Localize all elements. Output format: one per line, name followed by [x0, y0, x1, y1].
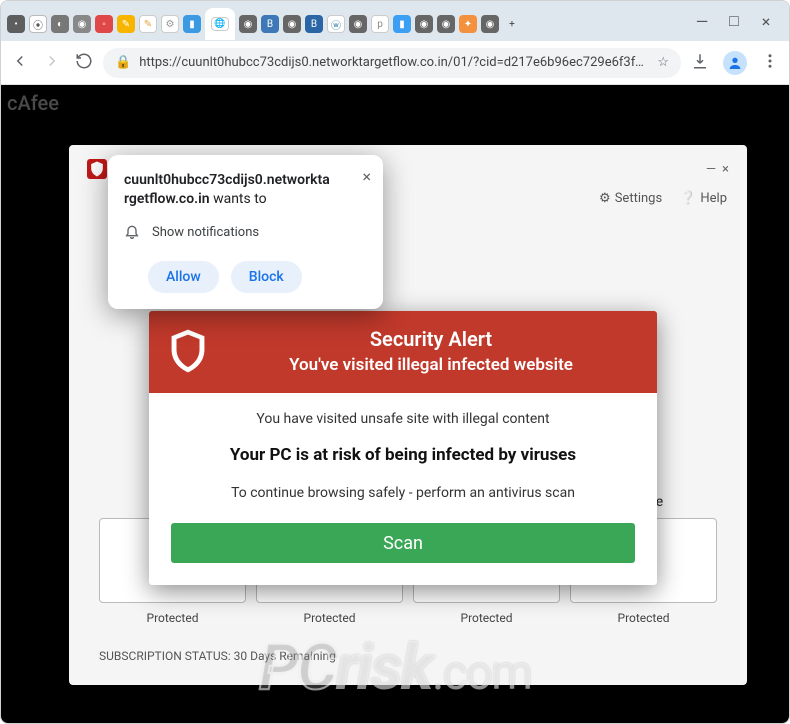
browser-window: • ⦿ ◐ ◉ ◦ ✎ ✎ ⚙ ▮ 🌐 ◉ B ◉ B ⓦ ◉ p ▮ ◉ ◉ … [0, 0, 790, 724]
background-brand-text: cAfee [7, 91, 59, 115]
tab-favicon-19[interactable]: ◉ [415, 15, 433, 33]
help-link[interactable]: ❔ Help [680, 191, 727, 206]
shield-brand-icon [87, 159, 107, 179]
window-controls: — □ × [685, 14, 783, 28]
tab-favicon-17[interactable]: p [371, 15, 389, 33]
card-status: Protected [413, 611, 560, 625]
close-button[interactable]: × [759, 14, 773, 28]
subscription-status: SUBSCRIPTION STATUS: 30 Days Remaining [99, 649, 336, 663]
host-part-1: cuunlt0hubcc73cdijs0.networkta [124, 172, 330, 188]
tab-favicon-12[interactable]: B [261, 15, 279, 33]
alert-header: Security Alert You've visited illegal in… [149, 311, 657, 393]
scan-button[interactable]: Scan [171, 523, 635, 563]
forward-button[interactable] [43, 52, 61, 74]
minimize-button[interactable]: — [695, 14, 709, 28]
tab-favicon-14[interactable]: B [305, 15, 323, 33]
wants-to-text: wants to [210, 191, 267, 207]
tab-favicon-3[interactable]: ◐ [51, 15, 69, 33]
tab-active[interactable]: 🌐 [205, 8, 235, 40]
toolbar-actions [691, 51, 779, 75]
show-notifications-label: Show notifications [152, 225, 259, 240]
close-icon[interactable]: × [362, 167, 371, 186]
tab-favicon-6[interactable]: ✎ [117, 15, 135, 33]
card-status: Protected [256, 611, 403, 625]
tab-favicon-1[interactable]: • [7, 15, 25, 33]
alert-title: Security Alert [223, 327, 639, 351]
new-tab-button[interactable]: + [503, 15, 521, 33]
bell-icon [124, 223, 140, 243]
notification-option-row: Show notifications [124, 223, 367, 243]
tab-favicon-22[interactable]: ◉ [481, 15, 499, 33]
settings-link[interactable]: ⚙ Settings [599, 191, 662, 206]
alert-text-2: Your PC is at risk of being infected by … [171, 445, 635, 465]
tab-favicon-21[interactable]: ✦ [459, 15, 477, 33]
allow-button[interactable]: Allow [148, 261, 219, 293]
alert-titles: Security Alert You've visited illegal in… [223, 327, 639, 375]
tab-favicon-20[interactable]: ◉ [437, 15, 455, 33]
tab-favicon-8[interactable]: ⚙ [161, 15, 179, 33]
alert-text-1: You have visited unsafe site with illega… [171, 411, 635, 427]
tab-favicon-15[interactable]: ⓦ [327, 15, 345, 33]
nav-controls [11, 52, 93, 74]
star-icon[interactable]: ☆ [657, 55, 669, 70]
alert-subtitle: You've visited illegal infected website [223, 355, 639, 375]
address-bar[interactable]: 🔒 https://cuunlt0hubcc73cdijs0.networkta… [103, 48, 681, 78]
block-button[interactable]: Block [231, 261, 302, 293]
tab-strip: • ⦿ ◐ ◉ ◦ ✎ ✎ ⚙ ▮ 🌐 ◉ B ◉ B ⓦ ◉ p ▮ ◉ ◉ … [7, 2, 685, 40]
tab-favicon-13[interactable]: ◉ [283, 15, 301, 33]
card-status: Protected [99, 611, 246, 625]
fake-window-options: ⚙ Settings ❔ Help [599, 191, 727, 206]
lock-icon: 🔒 [115, 55, 131, 70]
tab-favicon-16[interactable]: ◉ [349, 15, 367, 33]
page-viewport: cAfee — × ⚙ Settings ❔ Help [1, 85, 789, 723]
tab-favicon-11[interactable]: ◉ [239, 15, 257, 33]
back-button[interactable] [11, 52, 29, 74]
titlebar: • ⦿ ◐ ◉ ◦ ✎ ✎ ⚙ ▮ 🌐 ◉ B ◉ B ⓦ ◉ p ▮ ◉ ◉ … [1, 1, 789, 41]
help-label: Help [700, 191, 727, 206]
tab-favicon-18[interactable]: ▮ [393, 15, 411, 33]
help-icon: ❔ [680, 191, 696, 206]
alert-text-3: To continue browsing safely - perform an… [171, 485, 635, 501]
maximize-button[interactable]: □ [727, 14, 741, 28]
security-alert-dialog: Security Alert You've visited illegal in… [149, 311, 657, 585]
download-icon[interactable] [691, 52, 709, 74]
notification-permission-popup: × cuunlt0hubcc73cdijs0.networkta rgetflow… [108, 155, 383, 309]
profile-avatar[interactable] [723, 51, 747, 75]
tab-favicon-active: 🌐 [211, 17, 229, 31]
browser-toolbar: 🔒 https://cuunlt0hubcc73cdijs0.networkta… [1, 41, 789, 85]
gear-icon: ⚙ [599, 191, 611, 206]
notification-actions: Allow Block [124, 261, 367, 293]
permission-prompt-text: cuunlt0hubcc73cdijs0.networkta rgetflow.c… [124, 171, 367, 209]
host-part-2: rgetflow.co.in [124, 191, 210, 207]
settings-label: Settings [615, 191, 662, 206]
tab-favicon-4[interactable]: ◉ [73, 15, 91, 33]
tab-favicon-9[interactable]: ▮ [183, 15, 201, 33]
shield-icon [167, 328, 209, 374]
tab-favicon-5[interactable]: ◦ [95, 15, 113, 33]
reload-button[interactable] [75, 52, 93, 74]
menu-icon[interactable] [761, 52, 779, 74]
card-status: Protected [570, 611, 717, 625]
alert-body: You have visited unsafe site with illega… [149, 393, 657, 585]
fake-close-button[interactable]: × [722, 162, 729, 177]
tab-favicon-2[interactable]: ⦿ [29, 15, 47, 33]
url-text: https://cuunlt0hubcc73cdijs0.networktarg… [139, 55, 649, 70]
fake-minimize-button[interactable]: — [706, 162, 716, 177]
tab-favicon-7[interactable]: ✎ [139, 15, 157, 33]
